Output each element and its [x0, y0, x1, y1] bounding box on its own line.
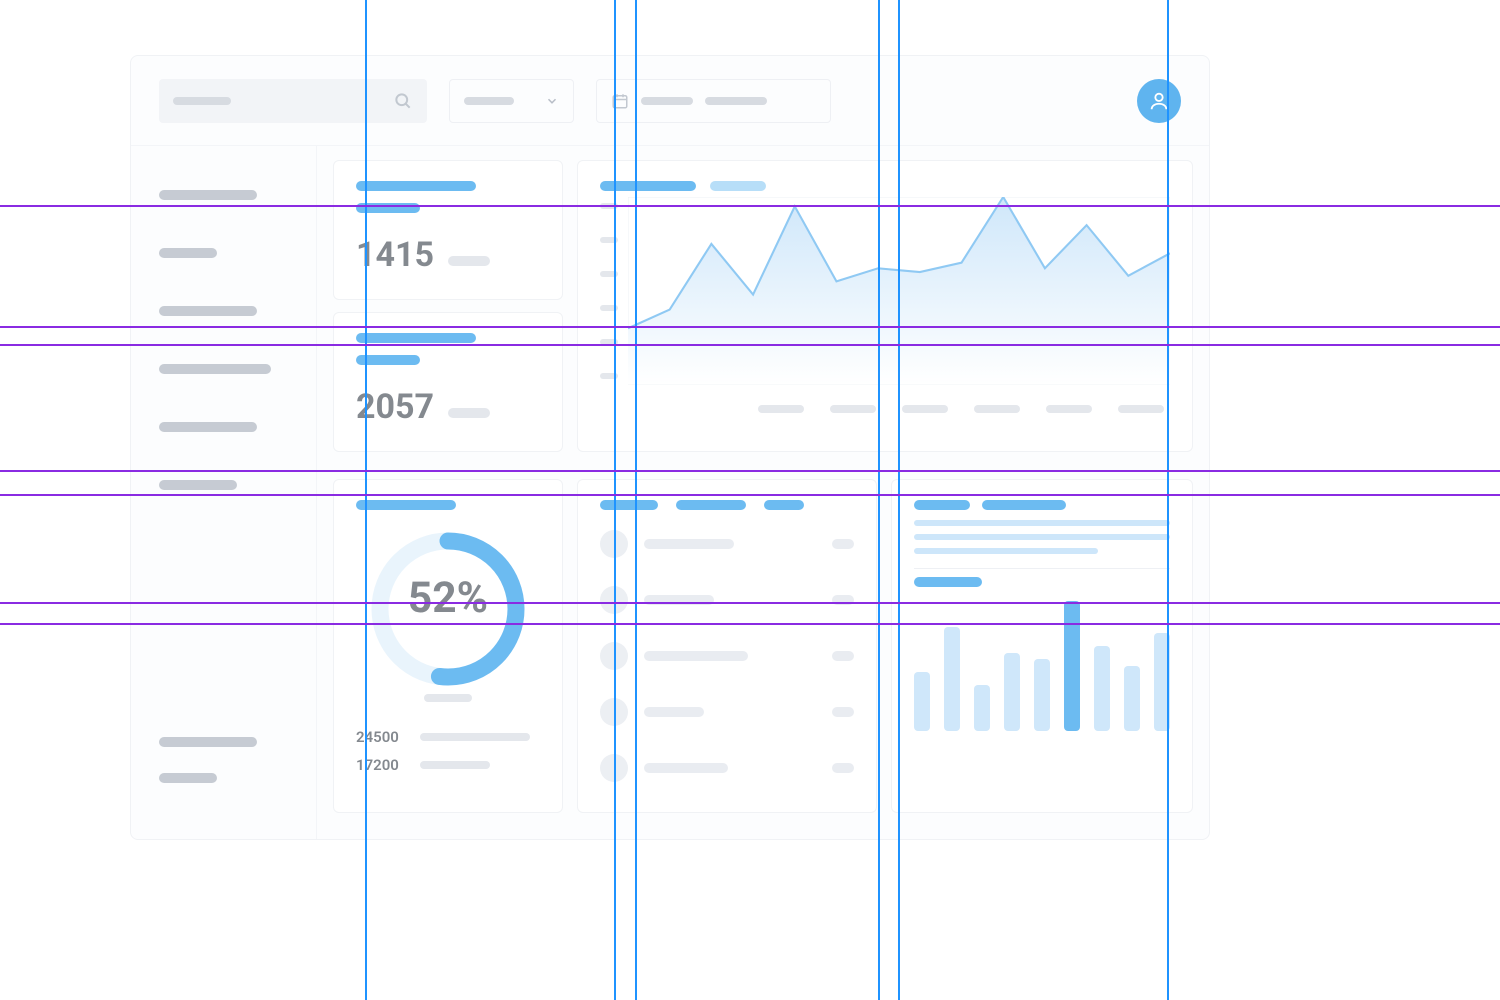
vertical-guide [1167, 0, 1169, 1000]
filter-dropdown[interactable] [449, 79, 574, 123]
metric-card-2: 2057 [333, 312, 563, 452]
bar [1064, 601, 1080, 731]
date-from [641, 97, 693, 105]
list-row[interactable] [600, 586, 854, 614]
bar-subtitle [914, 577, 982, 587]
x-legend [600, 405, 1170, 413]
bar [944, 627, 960, 731]
bar [974, 685, 990, 731]
x-tick [974, 405, 1020, 413]
search-placeholder [173, 97, 231, 105]
bar-title-b [982, 500, 1066, 510]
sidebar [131, 146, 317, 839]
date-to [705, 97, 767, 105]
x-tick [1118, 405, 1164, 413]
horizontal-guide [0, 326, 1500, 328]
horizontal-guide [0, 205, 1500, 207]
content-grid: 1415 2057 [317, 146, 1209, 839]
list-value [832, 707, 854, 717]
metric-chip [448, 256, 490, 266]
search-icon [393, 91, 413, 111]
gauge-sublabel [424, 694, 472, 702]
nav-item-6[interactable] [159, 480, 237, 490]
line-chart-card [577, 160, 1193, 452]
bar [1094, 646, 1110, 731]
list-label [644, 539, 734, 549]
divider [914, 568, 1170, 569]
metric-chip [448, 408, 490, 418]
bar-title-a [914, 500, 970, 510]
vertical-guide [635, 0, 637, 1000]
list-label [644, 763, 728, 773]
list-row[interactable] [600, 530, 854, 558]
list-value [832, 651, 854, 661]
x-tick [1046, 405, 1092, 413]
list-tab[interactable] [600, 500, 658, 510]
x-tick [830, 405, 876, 413]
metric-value: 1415 [356, 235, 434, 275]
list-tab[interactable] [676, 500, 746, 510]
bar-description [914, 520, 1170, 554]
metric-card-1: 1415 [333, 160, 563, 300]
vertical-guide [614, 0, 616, 1000]
vertical-guide [365, 0, 367, 1000]
horizontal-guide [0, 602, 1500, 604]
dropdown-label [464, 97, 514, 105]
date-range-picker[interactable] [596, 79, 831, 123]
gauge-footer: 24500 17200 [356, 728, 540, 774]
gauge-chart: 52% [363, 524, 533, 694]
nav-item-4[interactable] [159, 364, 271, 374]
gauge-percent: 52% [408, 573, 488, 622]
metric-title [356, 333, 476, 343]
list-card [577, 479, 877, 813]
bar [914, 672, 930, 731]
bar-card-header [914, 500, 1170, 510]
gauge-footer-value: 17200 [356, 756, 408, 774]
gauge-footer-bar [420, 733, 530, 741]
gauge-footer-value: 24500 [356, 728, 408, 746]
nav-item-3[interactable] [159, 306, 257, 316]
bar [1124, 666, 1140, 731]
search-input[interactable] [159, 79, 427, 123]
dashboard-body: 1415 2057 [131, 146, 1209, 839]
chart-tab[interactable] [710, 181, 766, 191]
horizontal-guide [0, 623, 1500, 625]
gauge-card: 52% 24500 17200 [333, 479, 563, 813]
bar [1004, 653, 1020, 731]
nav-item-bottom-2[interactable] [159, 773, 217, 783]
nav-item-1[interactable] [159, 190, 257, 200]
bottom-right-group [577, 479, 1193, 826]
list-tabs [600, 500, 854, 510]
metric-value: 2057 [356, 387, 434, 427]
nav-item-bottom-1[interactable] [159, 737, 257, 747]
user-avatar[interactable] [1137, 79, 1181, 123]
bar-chart [914, 601, 1170, 731]
x-tick [758, 405, 804, 413]
chart-tabs [600, 181, 1170, 191]
vertical-guide [898, 0, 900, 1000]
list-label [644, 651, 748, 661]
chevron-down-icon [545, 94, 559, 108]
x-tick [902, 405, 948, 413]
bar [1034, 659, 1050, 731]
bar-chart-card [891, 479, 1193, 813]
nav-item-2[interactable] [159, 248, 217, 258]
horizontal-guide [0, 470, 1500, 472]
list-label [644, 707, 704, 717]
nav-item-5[interactable] [159, 422, 257, 432]
list-row[interactable] [600, 698, 854, 726]
gauge-title [356, 500, 456, 510]
gauge-footer-bar [420, 761, 490, 769]
dashboard-wireframe: 1415 2057 [130, 55, 1210, 840]
list-value [832, 539, 854, 549]
header [131, 56, 1209, 146]
metric-title [356, 181, 476, 191]
horizontal-guide [0, 494, 1500, 496]
vertical-guide [878, 0, 880, 1000]
list-tab[interactable] [764, 500, 804, 510]
list-value [832, 763, 854, 773]
list-row[interactable] [600, 642, 854, 670]
list-row[interactable] [600, 754, 854, 782]
horizontal-guide [0, 344, 1500, 346]
